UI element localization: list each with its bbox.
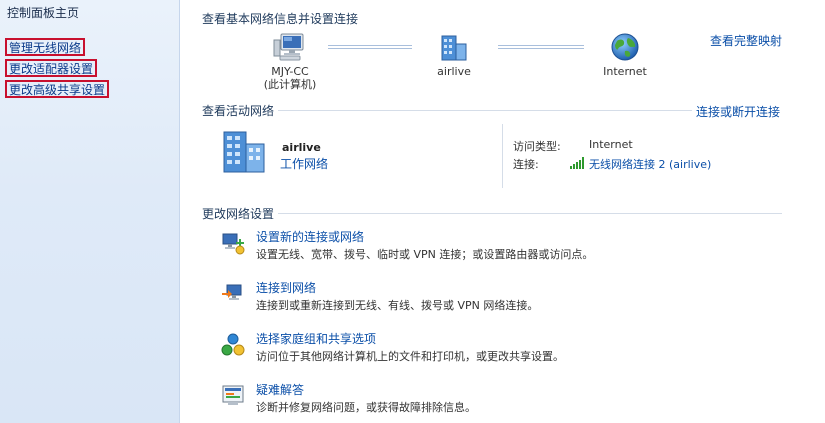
homegroup-icon	[221, 333, 245, 356]
divider	[502, 124, 503, 188]
troubleshoot-link[interactable]: 疑难解答	[256, 381, 304, 398]
change-settings-title: 更改网络设置	[202, 205, 279, 222]
main-pane: 查看基本网络信息并设置连接 查看完整映射 MJY-CC (此计算机) airli…	[180, 0, 825, 423]
manage-wireless-networks-link[interactable]: 管理无线网络	[5, 38, 86, 56]
task-connect-to-network: 连接到网络 连接到或重新连接到无线、有线、拨号或 VPN 网络连接。	[220, 279, 780, 319]
network-type-link[interactable]: 工作网络	[280, 155, 328, 172]
homegroup-sharing-link[interactable]: 选择家庭组和共享选项	[256, 330, 376, 347]
active-networks-title: 查看活动网络	[202, 102, 279, 119]
change-advanced-sharing-link[interactable]: 更改高级共享设置	[5, 80, 110, 98]
view-full-map-link[interactable]: 查看完整映射	[710, 32, 782, 49]
connection-value-link[interactable]: 无线网络连接 2 (airlive)	[589, 156, 711, 172]
task-description: 设置无线、宽带、拨号、临时或 VPN 连接；或设置路由器或访问点。	[256, 248, 594, 261]
network-building-icon	[441, 35, 467, 61]
divider	[202, 213, 782, 214]
access-type-label: 访问类型:	[513, 140, 561, 153]
access-type-value: Internet	[589, 138, 633, 151]
setup-connection-icon	[222, 233, 245, 255]
task-setup-connection: 设置新的连接或网络 设置无线、宽带、拨号、临时或 VPN 连接；或设置路由器或访…	[220, 228, 780, 268]
change-adapter-settings-link[interactable]: 更改适配器设置	[5, 59, 98, 77]
setup-connection-link[interactable]: 设置新的连接或网络	[256, 228, 364, 245]
task-troubleshoot: 疑难解答 诊断并修复网络问题，或获得故障排除信息。	[220, 381, 780, 421]
control-panel-home-link[interactable]: 控制面板主页	[7, 4, 79, 21]
navigation-pane: 控制面板主页 管理无线网络 更改适配器设置 更改高级共享设置	[0, 0, 180, 423]
active-network-name: airlive	[282, 141, 321, 154]
computer-caption: (此计算机)	[263, 78, 317, 91]
troubleshoot-icon	[222, 385, 244, 405]
connect-network-icon	[222, 284, 242, 300]
task-description: 连接到或重新连接到无线、有线、拨号或 VPN 网络连接。	[256, 299, 539, 312]
page-title: 查看基本网络信息并设置连接	[202, 12, 359, 26]
network-building-icon	[223, 131, 265, 173]
network-name: airlive	[437, 65, 471, 78]
map-node-computer[interactable]: MJY-CC (此计算机)	[250, 32, 330, 91]
task-description: 访问位于其他网络计算机上的文件和打印机，或更改共享设置。	[256, 350, 564, 363]
task-homegroup-sharing: 选择家庭组和共享选项 访问位于其他网络计算机上的文件和打印机，或更改共享设置。	[220, 330, 780, 370]
map-node-internet[interactable]: Internet	[585, 32, 665, 78]
internet-label: Internet	[603, 65, 647, 78]
connect-to-network-link[interactable]: 连接到网络	[256, 279, 316, 296]
map-node-network[interactable]: airlive	[414, 32, 494, 78]
task-description: 诊断并修复网络问题，或获得故障排除信息。	[256, 401, 476, 414]
map-connector	[328, 45, 412, 49]
map-connector	[498, 45, 584, 49]
computer-name: MJY-CC	[271, 65, 309, 78]
computer-icon	[273, 33, 304, 61]
wifi-signal-icon	[570, 157, 584, 169]
connection-label: 连接:	[513, 158, 539, 171]
connect-disconnect-link[interactable]: 连接或断开连接	[696, 103, 780, 120]
globe-icon	[611, 33, 639, 61]
